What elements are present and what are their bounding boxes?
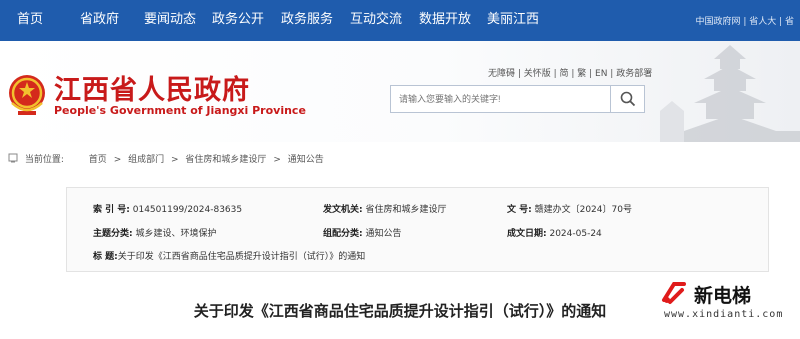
- document-subject: 标 题:关于印发《江西省商品住宅品质提升设计指引（试行）》的通知: [93, 252, 366, 262]
- search-box: [390, 85, 645, 113]
- site-subtitle: People's Government of Jiangxi Province: [54, 104, 306, 117]
- accessibility-links[interactable]: 无障碍 | 关怀版 | 简 | 繁 | EN | 政务部署: [488, 66, 652, 79]
- breadcrumb-departments[interactable]: 组成部门: [128, 155, 164, 165]
- site-title[interactable]: 江西省人民政府: [54, 68, 250, 107]
- nav-news[interactable]: 要闻动态: [144, 11, 196, 29]
- watermark-url: www.xindianti.com: [664, 309, 784, 320]
- watermark-name: 新电梯: [694, 285, 752, 307]
- index-number: 索 引 号: 014501199/2024-83635: [93, 205, 243, 215]
- document-metadata: 索 引 号: 014501199/2024-83635 发文机关: 省住房和城乡…: [66, 187, 769, 272]
- location-icon: [8, 153, 21, 165]
- nav-home[interactable]: 首页: [17, 11, 43, 29]
- document-number: 文 号: 赣建办文〔2024〕70号: [507, 205, 632, 215]
- breadcrumb-housing-dept[interactable]: 省住房和城乡建设厅: [185, 155, 266, 165]
- pavilion-illustration: [660, 45, 800, 142]
- nav-services[interactable]: 政务服务: [281, 11, 333, 29]
- breadcrumb-separator: >: [273, 155, 281, 165]
- national-emblem-icon: [9, 75, 45, 115]
- search-input[interactable]: [391, 86, 609, 112]
- search-button[interactable]: [610, 86, 644, 112]
- breadcrumb-label: 当前位置:: [24, 155, 64, 165]
- breadcrumb-notices[interactable]: 通知公告: [288, 155, 324, 165]
- topic-category: 主题分类: 城乡建设、环境保护: [93, 229, 217, 239]
- issuing-authority: 发文机关: 省住房和城乡建设厅: [323, 205, 447, 215]
- nav-interaction[interactable]: 互动交流: [350, 11, 402, 29]
- top-right-links[interactable]: 中国政府网 | 省人大 | 省: [695, 14, 794, 27]
- search-icon: [620, 91, 635, 107]
- breadcrumb: 当前位置: 首页 > 组成部门 > 省住房和城乡建设厅 > 通知公告: [8, 152, 328, 165]
- written-date: 成文日期: 2024-05-24: [507, 229, 602, 239]
- breadcrumb-home[interactable]: 首页: [89, 155, 107, 165]
- nav-open-data[interactable]: 数据开放: [419, 11, 471, 29]
- genre-category: 组配分类: 通知公告: [323, 229, 402, 239]
- watermark-logo-icon: [662, 282, 686, 304]
- breadcrumb-separator: >: [171, 155, 179, 165]
- top-nav: 首页 省政府 要闻动态 政务公开 政务服务 互动交流 数据开放 美丽江西 中国政…: [0, 0, 800, 41]
- site-header: 江西省人民政府 People's Government of Jiangxi P…: [0, 41, 800, 142]
- nav-government-affairs[interactable]: 政务公开: [212, 11, 264, 29]
- nav-beautiful-jiangxi[interactable]: 美丽江西: [487, 11, 539, 29]
- breadcrumb-separator: >: [113, 155, 122, 165]
- nav-province-government[interactable]: 省政府: [80, 11, 119, 29]
